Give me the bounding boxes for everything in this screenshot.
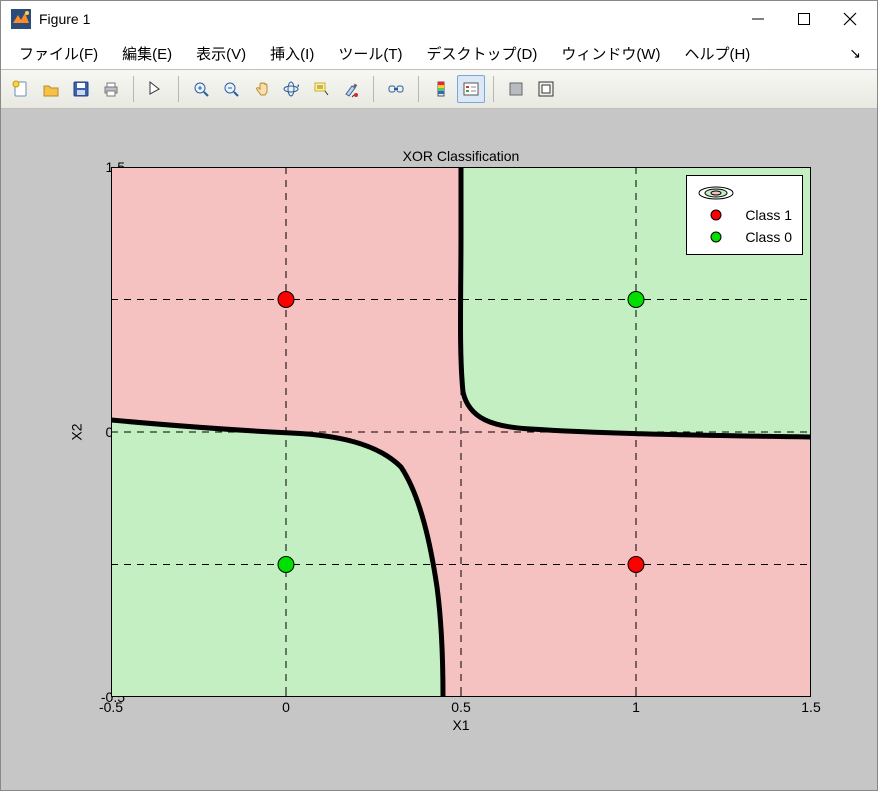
- menu-insert[interactable]: 挿入(I): [258, 39, 326, 68]
- marker-class1: [278, 292, 294, 308]
- legend[interactable]: Class 1 Class 0: [686, 175, 803, 255]
- legend-marker-icon: [697, 230, 735, 244]
- zoom-out-button[interactable]: [217, 75, 245, 103]
- xlabel: X1: [111, 717, 811, 733]
- toolbar: [1, 69, 877, 109]
- menu-tools[interactable]: ツール(T): [326, 39, 414, 68]
- zoom-in-button[interactable]: [187, 75, 215, 103]
- xtick-label: 0.5: [451, 699, 470, 715]
- menu-window[interactable]: ウィンドウ(W): [549, 39, 672, 68]
- legend-class0-label: Class 0: [745, 229, 792, 245]
- menu-edit[interactable]: 編集(E): [110, 39, 184, 68]
- legend-marker-icon: [697, 208, 735, 222]
- xtick-label: -0.5: [99, 699, 123, 715]
- contour-swatch-icon: [697, 185, 735, 201]
- pan-button[interactable]: [247, 75, 275, 103]
- hide-plot-tools-button[interactable]: [502, 75, 530, 103]
- menu-file[interactable]: ファイル(F): [7, 39, 110, 68]
- ylabel: X2: [67, 167, 87, 697]
- insert-legend-button[interactable]: [457, 75, 485, 103]
- xtick-label: 1.5: [801, 699, 820, 715]
- insert-colorbar-button[interactable]: [427, 75, 455, 103]
- app-icon: [11, 9, 31, 29]
- menu-overflow-icon[interactable]: ↘: [839, 41, 871, 66]
- print-button[interactable]: [97, 75, 125, 103]
- menu-desktop[interactable]: デスクトップ(D): [414, 39, 549, 68]
- menubar: ファイル(F) 編集(E) 表示(V) 挿入(I) ツール(T) デスクトップ(…: [1, 37, 877, 69]
- save-button[interactable]: [67, 75, 95, 103]
- edit-plot-button[interactable]: [142, 75, 170, 103]
- menu-help[interactable]: ヘルプ(H): [672, 39, 762, 68]
- open-button[interactable]: [37, 75, 65, 103]
- xtick-label: 0: [282, 699, 290, 715]
- marker-class0: [278, 557, 294, 573]
- xtick-label: 1: [632, 699, 640, 715]
- new-figure-button[interactable]: [7, 75, 35, 103]
- figure-area: XOR Classification -0.5 0 0.5 1 1.5 -0.5…: [1, 109, 877, 790]
- minimize-button[interactable]: [735, 4, 781, 34]
- titlebar: Figure 1: [1, 1, 877, 37]
- legend-class1-label: Class 1: [745, 207, 792, 223]
- plot-area[interactable]: Class 1 Class 0: [111, 167, 811, 697]
- legend-class0-entry: Class 0: [697, 226, 792, 248]
- axes[interactable]: XOR Classification -0.5 0 0.5 1 1.5 -0.5…: [71, 149, 831, 739]
- show-plot-tools-button[interactable]: [532, 75, 560, 103]
- marker-class1: [628, 557, 644, 573]
- legend-contour-entry: [697, 182, 792, 204]
- window-title: Figure 1: [39, 11, 735, 27]
- chart-title: XOR Classification: [111, 148, 811, 164]
- rotate-3d-button[interactable]: [277, 75, 305, 103]
- data-cursor-button[interactable]: [307, 75, 335, 103]
- marker-class0: [628, 292, 644, 308]
- link-data-button[interactable]: [382, 75, 410, 103]
- legend-class1-entry: Class 1: [697, 204, 792, 226]
- close-button[interactable]: [827, 4, 873, 34]
- maximize-button[interactable]: [781, 4, 827, 34]
- brush-button[interactable]: [337, 75, 365, 103]
- menu-view[interactable]: 表示(V): [184, 39, 258, 68]
